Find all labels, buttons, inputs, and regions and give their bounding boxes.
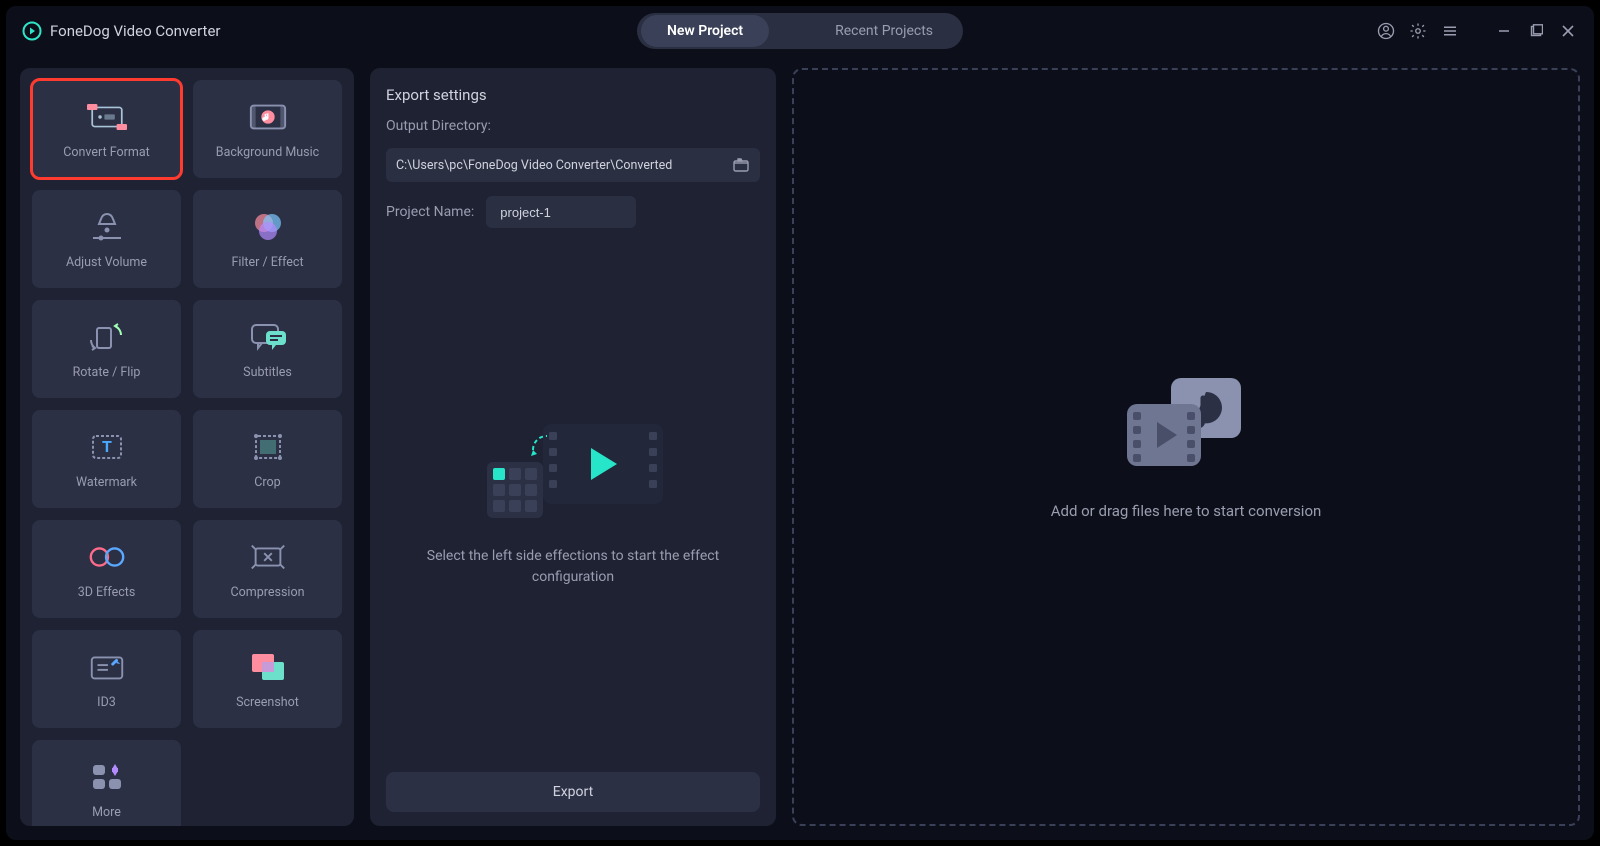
tile-label: Crop	[254, 475, 280, 490]
app-title: FoneDog Video Converter	[50, 22, 220, 40]
close-button[interactable]	[1558, 21, 1578, 41]
menu-icon[interactable]	[1440, 21, 1460, 41]
folder-browse-icon[interactable]	[732, 158, 750, 172]
adjust-volume-icon	[87, 209, 127, 245]
tile-adjust-volume[interactable]: Adjust Volume	[32, 190, 181, 288]
tab-new-project[interactable]: New Project	[641, 15, 769, 47]
project-name-row: Project Name:	[386, 196, 760, 228]
body: Convert Format Background Music Adjust V…	[6, 56, 1594, 840]
tile-watermark[interactable]: T Watermark	[32, 410, 181, 508]
project-name-input[interactable]	[498, 204, 624, 221]
brand: FoneDog Video Converter	[22, 21, 220, 41]
export-placeholder: Select the left side effections to start…	[386, 242, 760, 758]
tile-label: Screenshot	[236, 695, 299, 710]
minimize-button[interactable]	[1494, 21, 1514, 41]
export-placeholder-message: Select the left side effections to start…	[413, 546, 733, 588]
compression-icon	[248, 539, 288, 575]
output-directory-field[interactable]: C:\Users\pc\FoneDog Video Converter\Conv…	[386, 148, 760, 182]
dropzone-icon	[1121, 374, 1251, 474]
tile-label: Rotate / Flip	[73, 365, 141, 380]
dropzone-message: Add or drag files here to start conversi…	[1051, 502, 1322, 520]
tile-label: Compression	[231, 585, 305, 600]
tile-label: Filter / Effect	[231, 255, 303, 270]
tile-rotate-flip[interactable]: Rotate / Flip	[32, 300, 181, 398]
tile-background-music[interactable]: Background Music	[193, 80, 342, 178]
output-directory-value: C:\Users\pc\FoneDog Video Converter\Conv…	[396, 158, 732, 173]
screenshot-icon	[248, 649, 288, 685]
crop-icon	[248, 429, 288, 465]
convert-format-icon	[87, 99, 127, 135]
account-icon[interactable]	[1376, 21, 1396, 41]
3d-effects-icon	[87, 539, 127, 575]
svg-text:T: T	[102, 437, 112, 456]
project-name-label: Project Name:	[386, 204, 474, 220]
titlebar-controls	[1376, 21, 1578, 41]
effects-panel: Convert Format Background Music Adjust V…	[20, 68, 354, 826]
titlebar: FoneDog Video Converter New Project Rece…	[6, 6, 1594, 56]
dropzone[interactable]: Add or drag files here to start conversi…	[792, 68, 1580, 826]
tile-label: Convert Format	[63, 145, 150, 160]
tile-filter-effect[interactable]: Filter / Effect	[193, 190, 342, 288]
output-directory-label: Output Directory:	[386, 118, 760, 134]
tab-new-project-label: New Project	[667, 23, 743, 39]
tab-recent-projects[interactable]: Recent Projects	[809, 15, 959, 47]
tile-subtitles[interactable]: Subtitles	[193, 300, 342, 398]
export-settings-panel: Export settings Output Directory: C:\Use…	[370, 68, 776, 826]
tile-more[interactable]: More	[32, 740, 181, 826]
tile-id3[interactable]: ID3	[32, 630, 181, 728]
tile-label: Watermark	[76, 475, 137, 490]
gear-icon[interactable]	[1408, 21, 1428, 41]
export-settings-title: Export settings	[386, 86, 760, 104]
tile-label: Adjust Volume	[66, 255, 147, 270]
project-name-field[interactable]	[486, 196, 636, 228]
tile-label: Background Music	[216, 145, 319, 160]
app-window: FoneDog Video Converter New Project Rece…	[6, 6, 1594, 840]
effects-grid: Convert Format Background Music Adjust V…	[32, 80, 342, 826]
tile-label: ID3	[97, 695, 116, 710]
export-button-label: Export	[553, 784, 593, 800]
tile-label: 3D Effects	[78, 585, 136, 600]
tile-label: Subtitles	[243, 365, 292, 380]
project-tabs: New Project Recent Projects	[637, 13, 963, 49]
effect-placeholder-icon	[473, 412, 673, 522]
filter-effect-icon	[248, 209, 288, 245]
more-icon	[87, 759, 127, 795]
tile-crop[interactable]: Crop	[193, 410, 342, 508]
tab-recent-projects-label: Recent Projects	[835, 23, 933, 39]
app-logo-icon	[22, 21, 42, 41]
maximize-button[interactable]	[1526, 21, 1546, 41]
watermark-icon: T	[87, 429, 127, 465]
rotate-flip-icon	[87, 319, 127, 355]
tile-compression[interactable]: Compression	[193, 520, 342, 618]
tile-label: More	[92, 805, 121, 820]
tile-3d-effects[interactable]: 3D Effects	[32, 520, 181, 618]
tile-convert-format[interactable]: Convert Format	[32, 80, 181, 178]
export-button[interactable]: Export	[386, 772, 760, 812]
tile-screenshot[interactable]: Screenshot	[193, 630, 342, 728]
subtitles-icon	[248, 319, 288, 355]
id3-icon	[87, 649, 127, 685]
background-music-icon	[248, 99, 288, 135]
